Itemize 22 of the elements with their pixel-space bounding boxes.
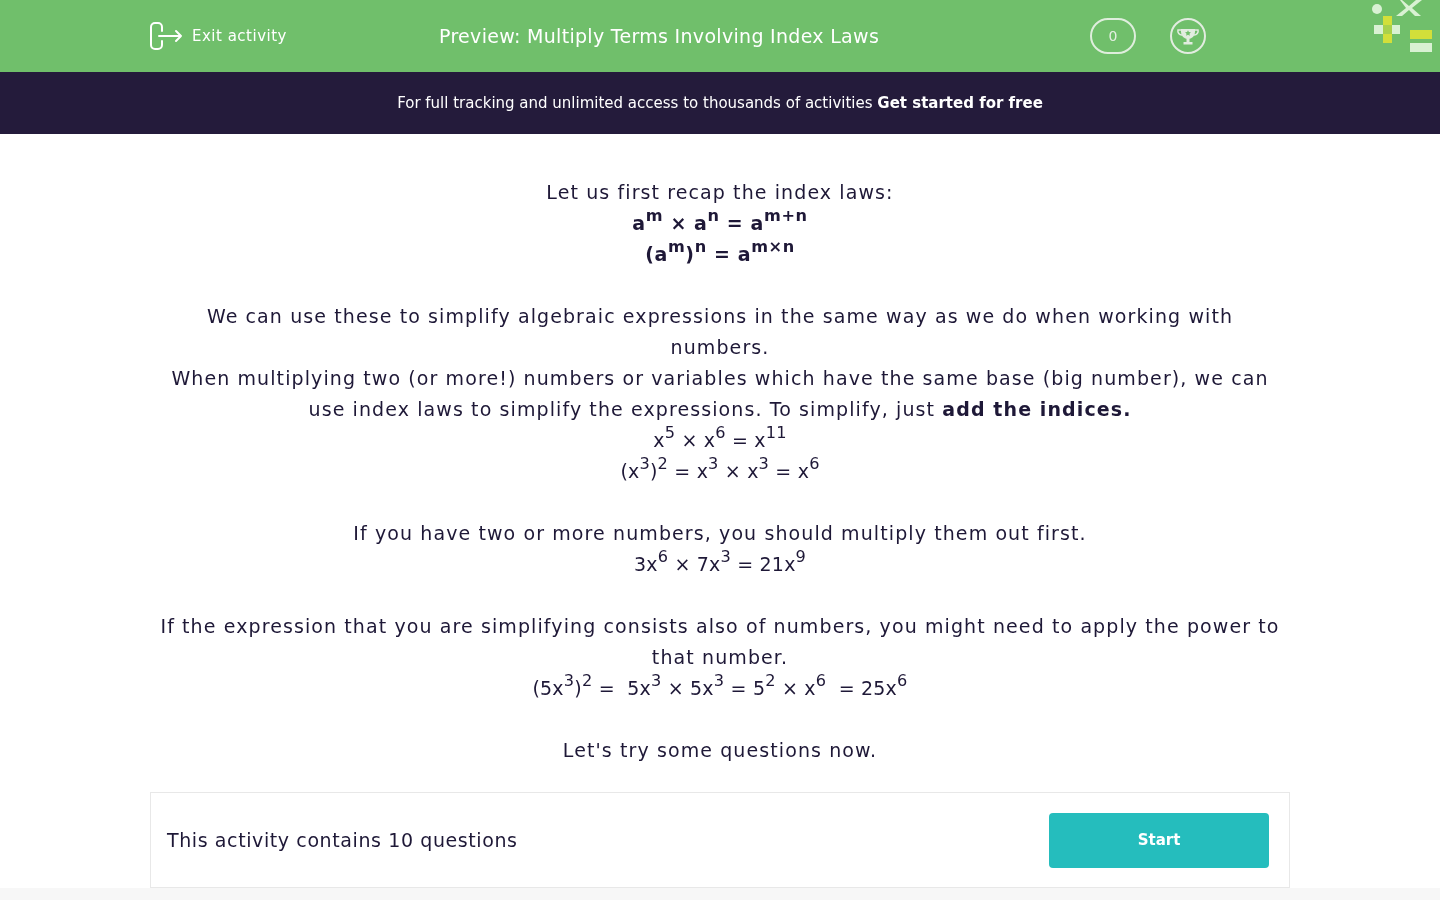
lesson-paragraph: If you have two or more numbers, you should multiply them out first. [352, 521, 1088, 546]
signup-banner-text: For full tracking and unlimited access to thousands of activities Get started for free [397, 92, 1043, 114]
exit-activity-button[interactable]: Exit activity [150, 22, 287, 50]
exit-icon [150, 22, 183, 50]
lesson-paragraph: When multiplying two (or more!) numbers or variables which have the same base (big number), we can use index laws to simplify the expressions. To simplify, just add the indices. [170, 366, 1270, 422]
lesson-paragraph: Let's try some questions now. [561, 738, 879, 763]
index-law-formula: a$^{m}$ × a$^{n}$ = a$^{m+n}$ [632, 208, 808, 236]
activity-summary-text: This activity contains 10 questions [167, 827, 518, 853]
example-formula: (x$^{3}$)$^{2}$ = x$^{3}$ × x$^{3}$ = x$^{6}$ [620, 456, 820, 484]
get-started-link[interactable]: Get started for free [877, 93, 1043, 112]
example-formula: (5x$^{3}$)$^{2}$ = 5x$^{3}$ × 5x$^{3}$ = 5$^{2}$ × x$^{6}$ = 25x$^{6}$ [532, 673, 908, 701]
lesson-paragraph: We can use these to simplify algebraic expressions in the same way as we do when working with numbers. [205, 304, 1235, 360]
example-formula: 3x$^{6}$ × 7x$^{3}$ = 21x$^{9}$ [633, 549, 807, 577]
example-formula: x$^{5}$ × x$^{6}$ = x$^{11}$ [653, 425, 787, 453]
exit-label: Exit activity [192, 25, 287, 47]
index-law-formula: (a$^{m}$)$^{n}$ = a$^{m×n}$ [645, 239, 795, 267]
start-button[interactable]: Start [1049, 812, 1269, 868]
activity-title: Preview: Multiply Terms Involving Index Laws [439, 23, 880, 49]
lesson-paragraph: Let us first recap the index laws: [545, 180, 895, 205]
trophy-icon[interactable] [1170, 18, 1206, 54]
lesson-paragraph: If the expression that you are simplifying consists also of numbers, you might need to apply the power to that number. [159, 614, 1281, 670]
score-counter: 0 [1090, 18, 1136, 54]
